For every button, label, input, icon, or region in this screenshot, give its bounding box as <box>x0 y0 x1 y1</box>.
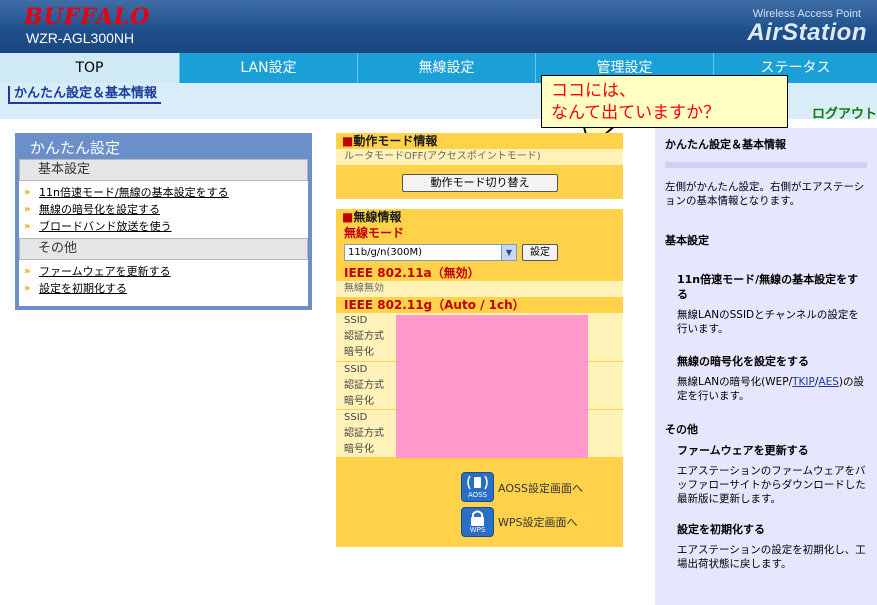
mode-info-panel: ■動作モード情報 ルータモードOFF(アクセスポイントモード) 動作モード切り替… <box>336 133 623 199</box>
help-title: かんたん設定＆基本情報 <box>665 138 786 151</box>
easy-setup-panel: かんたん設定 基本設定 » 11n倍速モード/無線の基本設定をする » 無線の暗号化… <box>15 133 312 310</box>
wps-icon[interactable]: WPS <box>461 507 494 537</box>
tab-top[interactable]: TOP <box>0 53 180 83</box>
chevron-down-icon[interactable]: ▼ <box>501 245 516 260</box>
help-item1-text: 無線LANのSSIDとチャンネルの設定を行います。 <box>677 309 859 335</box>
wps-lock-icon <box>471 510 484 526</box>
wireless-mode-row: 11b/g/n(300M) ▼ 設定 <box>336 241 623 265</box>
link-label: ブロードバンド放送を使う <box>39 220 172 233</box>
link-broadband[interactable]: » ブロードバンド放送を使う <box>19 218 308 235</box>
aes-link[interactable]: AES <box>818 376 838 388</box>
wps-icon-text: WPS <box>469 526 486 534</box>
model-name: WZR-AGL300NH <box>26 30 135 46</box>
buffalo-logo: BUFFALO <box>24 4 151 30</box>
aoss-icon-text: AOSS <box>467 491 488 499</box>
basic-links: » 11n倍速モード/無線の基本設定をする » 無線の暗号化を設定する » ブロードバ… <box>19 181 308 238</box>
link-label: 11n倍速モード/無線の基本設定をする <box>39 186 229 199</box>
link-label: ファームウェアを更新する <box>39 265 171 278</box>
callout-bubble: ココには、 なんて出ていますか？ <box>541 75 788 128</box>
aoss-icon[interactable]: AOSS <box>461 472 494 502</box>
logout-link[interactable]: ログアウト <box>812 103 877 122</box>
help-item1-title: 11n倍速モード/無線の基本設定をする <box>677 273 859 301</box>
link-label: 無線の暗号化を設定する <box>39 203 160 216</box>
mode-info-title-text: 動作モード情報 <box>353 134 438 148</box>
tab-wireless-settings[interactable]: 無線設定 <box>358 53 536 83</box>
mode-info-title: ■動作モード情報 <box>336 133 623 149</box>
wireless-mode-value: 11b/g/n(300M) <box>348 247 423 258</box>
wps-link[interactable]: WPS設定画面へ <box>498 514 578 530</box>
square-icon: ■ <box>342 210 354 224</box>
link-11n-basic[interactable]: » 11n倍速モード/無線の基本設定をする <box>19 184 308 201</box>
help-intro: 左側がかんたん設定。右側がエアステーションの基本情報となります。 <box>665 181 865 207</box>
mode-status: ルータモードOFF(アクセスポイントモード) <box>336 149 623 165</box>
wireless-mode-select[interactable]: 11b/g/n(300M) ▼ <box>344 244 517 261</box>
header-bar: BUFFALO WZR-AGL300NH Wireless Access Poi… <box>0 0 877 53</box>
link-label: 設定を初期化する <box>39 282 127 295</box>
help-divider <box>665 162 867 168</box>
mode-switch-button[interactable]: 動作モード切り替え <box>402 174 558 192</box>
redacted-area <box>396 315 588 458</box>
link-firmware[interactable]: » ファームウェアを更新する <box>19 263 308 280</box>
easy-setup-title: かんたん設定 <box>30 139 121 157</box>
aoss-signal-icon <box>467 475 488 490</box>
callout-line-2: なんて出ていますか？ <box>551 103 721 123</box>
other-head: その他 <box>19 238 308 260</box>
help-item2-text: 無線LANの暗号化(WEP/TKIP/AES)の設定を行います。 <box>665 375 867 403</box>
help-item4-title: 設定を初期化する <box>677 523 765 536</box>
help-item2-text-pre: 無線LANの暗号化(WEP/ <box>677 376 793 388</box>
set-button[interactable]: 設定 <box>522 244 558 261</box>
link-encryption[interactable]: » 無線の暗号化を設定する <box>19 201 308 218</box>
double-arrow-icon: » <box>24 187 31 198</box>
double-arrow-icon: » <box>24 266 31 277</box>
aoss-link[interactable]: AOSS設定画面へ <box>498 480 583 496</box>
double-arrow-icon: » <box>24 204 31 215</box>
wireless-info-title: ■無線情報 <box>336 209 623 225</box>
other-links: » ファームウェアを更新する » 設定を初期化する <box>19 260 308 306</box>
wireless-info-title-text: 無線情報 <box>353 210 402 224</box>
page-root: BUFFALO WZR-AGL300NH Wireless Access Poi… <box>0 0 877 605</box>
wireless-mode-label: 無線モード <box>344 226 405 240</box>
help-panel: かんたん設定＆基本情報 左側がかんたん設定。右側がエアステーションの基本情報とな… <box>655 128 877 605</box>
help-item3-title: ファームウェアを更新する <box>677 444 809 457</box>
square-icon: ■ <box>342 134 354 148</box>
ieee-g-label: IEEE 802.11g（Auto / 1ch） <box>344 298 525 312</box>
airstation-logo: AirStation <box>747 19 867 46</box>
tkip-link[interactable]: TKIP <box>792 376 815 388</box>
basic-settings-head: 基本設定 <box>19 159 308 181</box>
double-arrow-icon: » <box>24 221 31 232</box>
double-arrow-icon: » <box>24 283 31 294</box>
ieee-a-status: 無線無効 <box>336 281 623 297</box>
ieee-a-label: IEEE 802.11a（無効） <box>344 266 480 280</box>
help-other-head: その他 <box>665 423 698 436</box>
help-item3-text: エアステーションのファームウェアをバッファローサイトからダウンロードした最新版に… <box>677 465 866 505</box>
callout-line-1: ココには、 <box>551 81 636 101</box>
help-item4-text: エアステーションの設定を初期化し、工場出荷状態に戻します。 <box>677 544 866 570</box>
link-reset[interactable]: » 設定を初期化する <box>19 280 308 297</box>
tab-lan-settings[interactable]: LAN設定 <box>180 53 358 83</box>
help-item2-title: 無線の暗号化を設定をする <box>677 355 809 368</box>
breadcrumb: かんたん設定＆基本情報 <box>8 86 162 104</box>
help-basic-head: 基本設定 <box>665 234 709 247</box>
